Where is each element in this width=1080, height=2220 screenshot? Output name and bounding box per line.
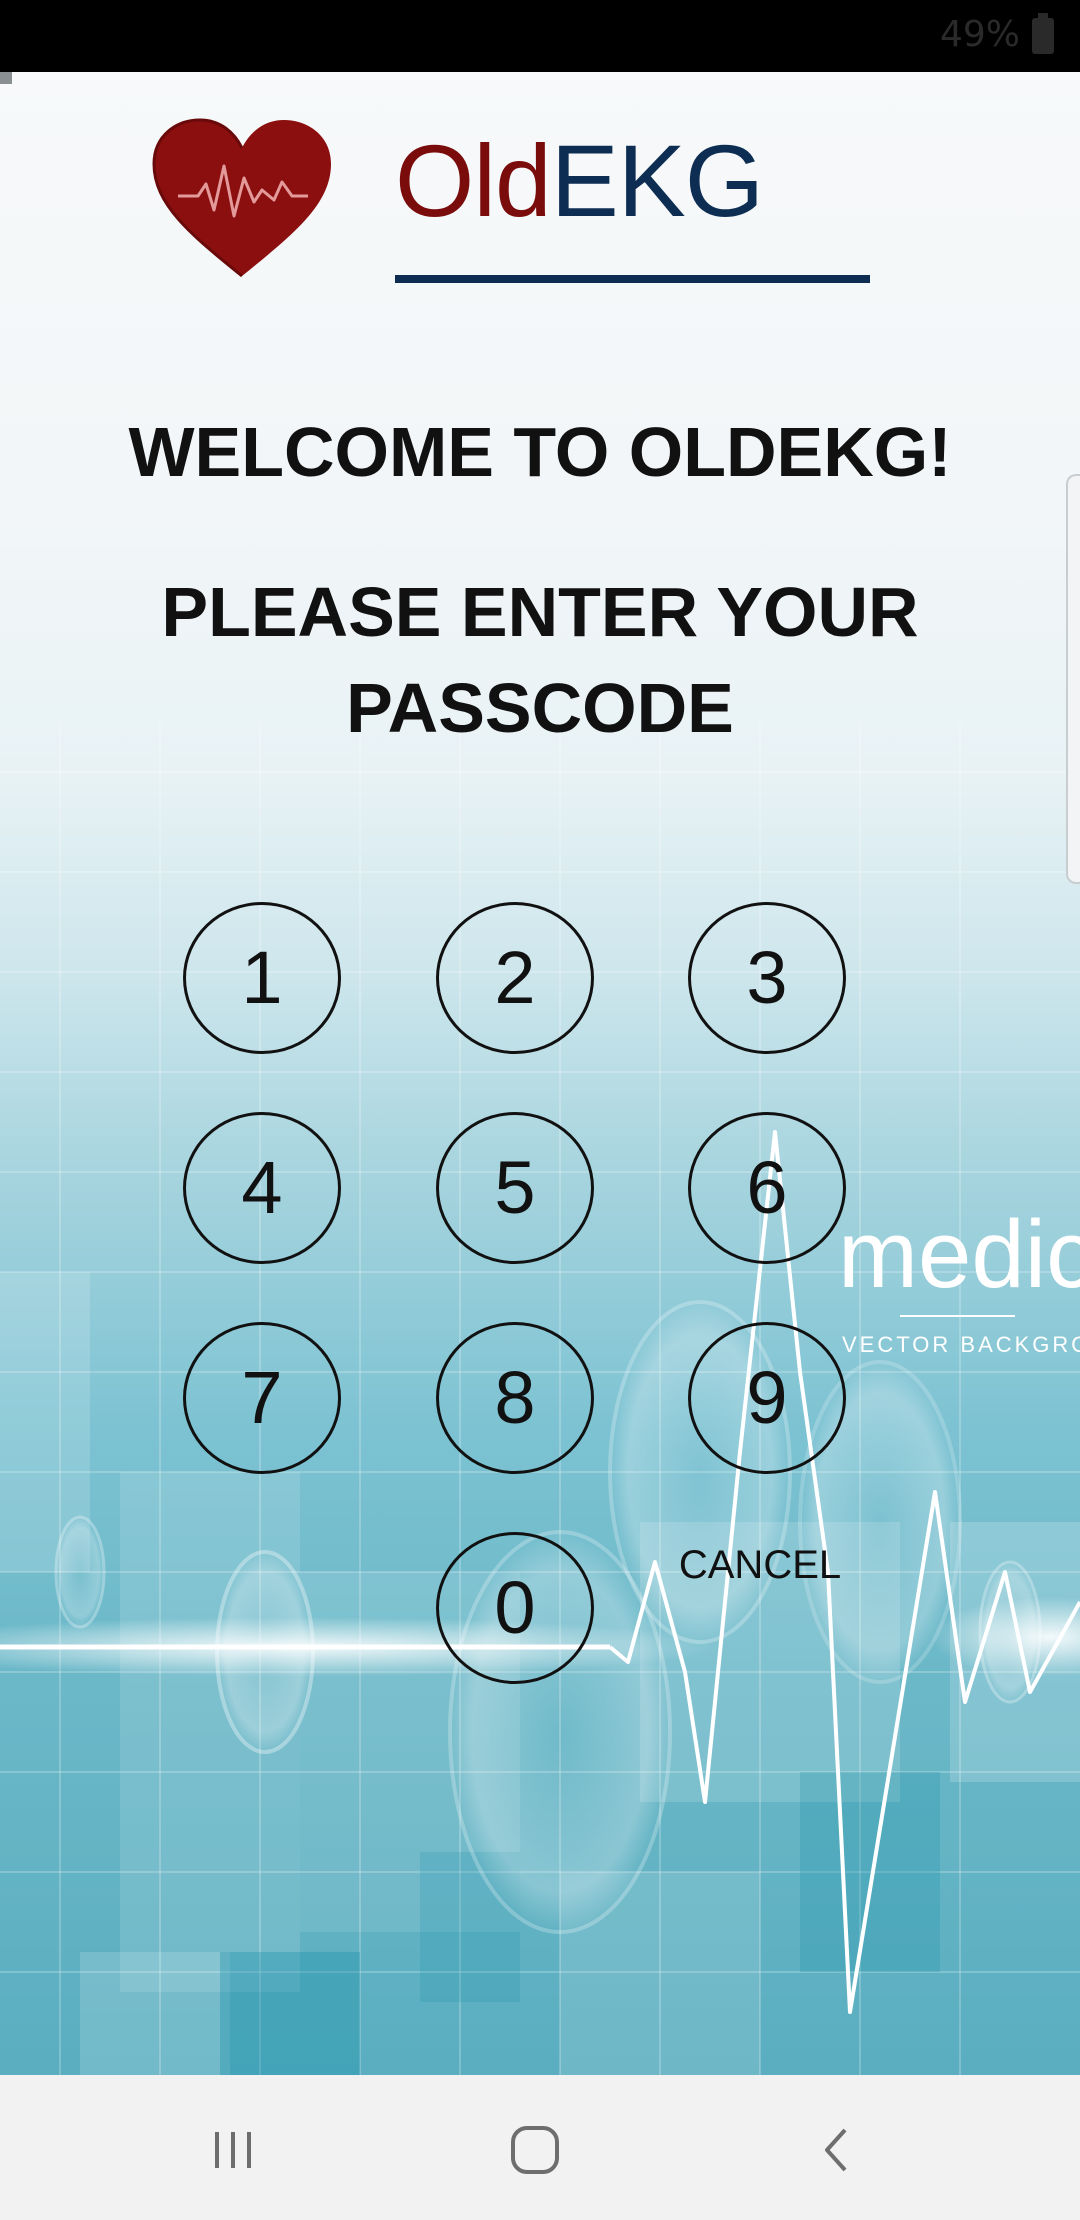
welcome-heading: WELCOME TO OLDEKG! bbox=[128, 413, 952, 491]
navigation-bar bbox=[0, 2075, 1080, 2220]
app-title-old: Old bbox=[395, 124, 552, 238]
passcode-prompt-line2: PASSCODE bbox=[346, 669, 734, 747]
keypad-button-2[interactable]: 2 bbox=[436, 902, 594, 1054]
keypad-button-7[interactable]: 7 bbox=[183, 1322, 341, 1474]
background-medical-text: medical bbox=[838, 1201, 1080, 1308]
recent-apps-button[interactable] bbox=[183, 2105, 283, 2195]
home-icon bbox=[511, 2126, 559, 2174]
keypad-button-8[interactable]: 8 bbox=[436, 1322, 594, 1474]
app-title: OldEKG bbox=[395, 120, 875, 242]
back-button[interactable] bbox=[787, 2105, 887, 2195]
keypad-button-9[interactable]: 9 bbox=[688, 1322, 846, 1474]
home-button[interactable] bbox=[485, 2105, 585, 2195]
keypad-button-1[interactable]: 1 bbox=[183, 902, 341, 1054]
corner-marker bbox=[0, 72, 12, 84]
app-title-ekg: EKG bbox=[550, 124, 764, 238]
keypad-button-5[interactable]: 5 bbox=[436, 1112, 594, 1264]
recent-apps-icon bbox=[215, 2132, 251, 2168]
back-icon bbox=[825, 2128, 847, 2172]
passcode-prompt: PLEASE ENTER YOUR PASSCODE bbox=[0, 564, 1080, 756]
battery-icon bbox=[1032, 13, 1054, 54]
heart-logo-icon bbox=[152, 118, 331, 278]
background-subtext: VECTOR BACKGROUND bbox=[842, 1332, 1080, 1357]
app-screen: medical VECTOR BACKGROUND OldEKG WELCOME… bbox=[0, 72, 1080, 2075]
keypad-button-0[interactable]: 0 bbox=[436, 1532, 594, 1684]
passcode-prompt-line1: PLEASE ENTER YOUR bbox=[161, 573, 919, 651]
medical-background: medical VECTOR BACKGROUND bbox=[0, 722, 1080, 2075]
keypad-button-6[interactable]: 6 bbox=[688, 1112, 846, 1264]
title-underline bbox=[395, 275, 870, 283]
cancel-button[interactable]: CANCEL bbox=[660, 1530, 860, 1600]
edge-panel-handle[interactable] bbox=[1066, 474, 1080, 884]
keypad-button-4[interactable]: 4 bbox=[183, 1112, 341, 1264]
keypad-button-3[interactable]: 3 bbox=[688, 902, 846, 1054]
battery-percentage: 49% bbox=[939, 14, 1020, 55]
status-bar: 49% bbox=[0, 0, 1080, 72]
